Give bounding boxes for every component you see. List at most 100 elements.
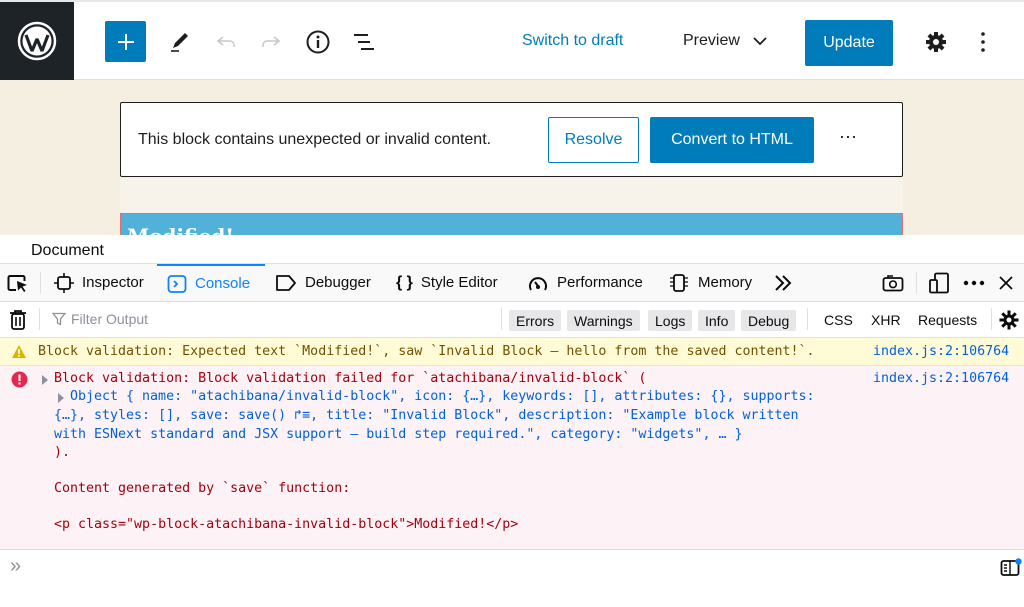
redo-icon [262, 36, 281, 47]
tab-inspector[interactable]: Inspector [50, 264, 148, 301]
memory-icon [670, 273, 688, 292]
tab-performance[interactable]: Performance [527, 264, 643, 301]
toolbar-divider [501, 308, 502, 330]
console-warning-message: Block validation: Expected text `Modifie… [0, 338, 1024, 366]
editor-mode-button[interactable] [1000, 558, 1022, 583]
wordpress-logo-button[interactable] [0, 2, 74, 80]
tab-style-editor[interactable]: { } Style Editor [396, 264, 498, 301]
console-filter-bar: Filter Output Errors Warnings Logs Info … [0, 302, 1024, 338]
responsive-design-button[interactable] [928, 264, 950, 301]
prompt-chevron-icon: » [10, 555, 22, 577]
tab-memory[interactable]: Memory [668, 264, 752, 301]
update-button[interactable]: Update [805, 20, 893, 66]
expand-object-icon[interactable] [57, 393, 65, 403]
info-icon [306, 30, 330, 54]
tab-label: Console [195, 275, 251, 292]
screenshot-button[interactable] [882, 264, 904, 301]
list-view-icon [354, 34, 374, 50]
filter-errors-toggle[interactable]: Errors [509, 310, 562, 331]
pencil-icon [171, 33, 188, 52]
filter-icon [52, 312, 66, 326]
object-preview-line: with ESNext standard and JSX support – b… [54, 427, 743, 442]
object-preview-line[interactable]: Object { name: "atachibana/invalid-block… [70, 389, 815, 404]
close-devtools-button[interactable] [998, 264, 1014, 301]
filter-placeholder: Filter Output [71, 311, 149, 327]
warning-text: Block validation: Expected text `Modifie… [38, 344, 815, 359]
filter-warnings-toggle[interactable]: Warnings [567, 310, 640, 331]
toolbar-divider [39, 308, 40, 330]
tab-label: Debugger [305, 274, 371, 291]
gear-icon [999, 310, 1019, 330]
list-view-button[interactable] [348, 26, 380, 58]
content-html: <p class="wp-block-atachibana-invalid-bl… [54, 517, 519, 532]
devtools-toolbar: Inspector Console Debugger { } Style Edi… [0, 264, 1024, 302]
debugger-icon [276, 274, 296, 291]
filter-logs-toggle[interactable]: Logs [648, 310, 693, 331]
options-button[interactable] [967, 26, 999, 58]
gear-icon [926, 32, 946, 52]
more-options-button[interactable]: ⋯ [839, 127, 858, 148]
editor-header: Switch to draft Preview Update [0, 0, 1024, 80]
toolbar-divider [916, 272, 917, 294]
error-icon [11, 371, 28, 388]
details-button[interactable] [302, 26, 334, 58]
expand-arrow-icon[interactable] [41, 375, 49, 385]
tools-button[interactable] [163, 26, 195, 58]
chevron-down-icon [753, 37, 767, 46]
filter-info-toggle[interactable]: Info [698, 310, 736, 331]
chevron-double-right-icon [775, 274, 792, 291]
invalid-block-preview[interactable]: Modified! [120, 213, 903, 235]
settings-button[interactable] [920, 26, 952, 58]
redo-button[interactable] [255, 26, 287, 58]
tab-label: Performance [557, 274, 643, 291]
console-settings-button[interactable] [999, 302, 1019, 338]
block-spacer [120, 178, 903, 214]
plus-icon [117, 33, 134, 50]
element-picker-button[interactable] [7, 264, 29, 301]
add-block-button[interactable] [105, 21, 146, 62]
toolbar-divider [991, 308, 992, 330]
invalid-block-warning: This block contains unexpected or invali… [120, 102, 903, 177]
resolve-button[interactable]: Resolve [548, 117, 639, 163]
console-input[interactable]: » [0, 551, 1024, 607]
switch-to-draft-button[interactable]: Switch to draft [522, 32, 623, 50]
editor-canvas: This block contains unexpected or invali… [0, 80, 1024, 235]
undo-button[interactable] [210, 26, 242, 58]
tab-label: Style Editor [420, 274, 498, 291]
filter-css-toggle[interactable]: CSS [824, 312, 853, 328]
close-icon [999, 275, 1013, 290]
camera-icon [882, 274, 904, 291]
element-picker-icon [7, 274, 27, 292]
toolbar-divider [40, 272, 41, 294]
tab-console[interactable]: Console [157, 264, 265, 301]
trash-icon [10, 310, 26, 330]
error-close-paren: ). [54, 445, 71, 460]
wordpress-logo-icon [17, 21, 57, 61]
more-tools-button[interactable] [773, 264, 793, 301]
undo-icon [216, 36, 235, 47]
preview-label: Preview [683, 32, 740, 49]
devtools-options-button[interactable] [963, 264, 985, 301]
filter-output-input[interactable]: Filter Output [52, 311, 148, 327]
convert-to-html-button[interactable]: Convert to HTML [650, 117, 814, 163]
error-text: Block validation: Block validation faile… [54, 371, 647, 386]
filter-requests-toggle[interactable]: Requests [918, 312, 977, 328]
console-error-message: Block validation: Block validation faile… [0, 366, 1024, 550]
split-editor-icon [1000, 558, 1022, 576]
filter-debug-toggle[interactable]: Debug [741, 310, 797, 331]
toolbar-divider [807, 308, 808, 330]
inspector-icon [54, 272, 74, 293]
tab-label: Inspector [82, 274, 144, 291]
warning-source-link[interactable]: index.js:2:106764 [873, 344, 1009, 359]
filter-xhr-toggle[interactable]: XHR [871, 312, 901, 328]
console-icon [167, 274, 187, 293]
tab-label: Memory [698, 274, 753, 291]
preview-dropdown[interactable]: Preview [683, 32, 768, 50]
clear-console-button[interactable] [9, 302, 27, 338]
error-source-link[interactable]: index.js:2:106764 [873, 371, 1009, 386]
more-horizontal-icon [963, 280, 985, 285]
content-label: Content generated by `save` function: [54, 481, 351, 496]
devtools-document-bar: Document [0, 235, 1024, 264]
responsive-design-icon [929, 272, 949, 293]
tab-debugger[interactable]: Debugger [275, 264, 371, 301]
